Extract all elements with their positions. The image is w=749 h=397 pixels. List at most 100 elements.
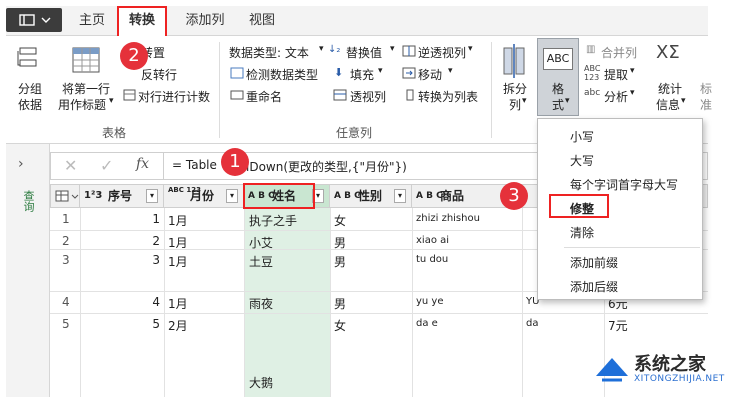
ribbon-tab-bar xyxy=(6,6,708,36)
watermark-logo-icon xyxy=(592,350,632,389)
column-header-month[interactable]: ABC 123 月份 ▾ xyxy=(164,184,244,208)
cell-gender[interactable]: 女 xyxy=(334,212,346,229)
cell-seq[interactable]: 2 xyxy=(84,234,160,248)
cell-col7[interactable]: 7元 xyxy=(608,317,628,334)
cell-month[interactable]: 1月 xyxy=(168,212,188,229)
file-menu-button[interactable] xyxy=(6,8,62,32)
pivot-column-button[interactable]: 透视列 xyxy=(350,88,386,105)
cancel-formula-icon[interactable]: ✕ xyxy=(64,156,77,175)
tab-view[interactable]: 视图 xyxy=(244,8,280,34)
cell-seq[interactable]: 1 xyxy=(84,212,160,226)
use-first-row-label-1[interactable]: 将第一行 xyxy=(62,80,110,97)
cell-name[interactable]: 小艾 xyxy=(249,234,273,251)
move-button[interactable]: 移动 xyxy=(418,66,442,83)
format-label-2[interactable]: 式 xyxy=(552,96,564,113)
formula-text-prefix[interactable]: = Table xyxy=(172,158,217,172)
column-filter-button[interactable]: ▾ xyxy=(226,189,238,203)
cell-gender[interactable]: 男 xyxy=(334,234,346,251)
move-chevron-icon[interactable]: ▾ xyxy=(448,66,453,76)
parse-chevron-icon[interactable]: ▾ xyxy=(630,88,635,98)
column-header-gender[interactable]: A B C 性别 ▾ xyxy=(330,184,412,208)
split-column-label-1[interactable]: 拆分 xyxy=(503,80,527,97)
statistics-label-2[interactable]: 信息 xyxy=(656,96,680,113)
fill-button[interactable]: 填充 xyxy=(350,66,374,83)
group-by-label-2[interactable]: 依据 xyxy=(18,96,42,113)
parse-button[interactable]: 分析 xyxy=(604,88,628,105)
unpivot-chevron-icon[interactable]: ▾ xyxy=(468,44,473,54)
row-number[interactable]: 4 xyxy=(62,295,70,309)
group-by-label-1[interactable]: 分组 xyxy=(18,80,42,97)
cell-gender[interactable]: 女 xyxy=(334,317,346,334)
menu-item-uppercase[interactable]: 大写 xyxy=(538,149,702,173)
merge-columns-button[interactable]: 合并列 xyxy=(601,44,637,61)
cell-name[interactable]: 大鹅 xyxy=(249,374,273,391)
cell-product[interactable]: tu dou xyxy=(416,254,448,265)
use-first-row-dropdown-icon[interactable]: ▾ xyxy=(109,96,114,106)
tab-home[interactable]: 主页 xyxy=(74,8,110,34)
fill-chevron-icon[interactable]: ▾ xyxy=(378,66,383,76)
cell-product[interactable]: xiao ai xyxy=(416,235,449,246)
row-number[interactable]: 5 xyxy=(62,317,70,331)
column-type-icon[interactable]: 1²3 xyxy=(84,185,102,207)
menu-item-clean[interactable]: 清除 xyxy=(538,221,702,245)
column-type-icon[interactable]: A B C xyxy=(416,185,443,207)
table-menu-button[interactable] xyxy=(50,184,80,208)
cell-month[interactable]: 1月 xyxy=(168,253,188,270)
cell-seq[interactable]: 4 xyxy=(84,295,160,309)
cell-seq[interactable]: 3 xyxy=(84,253,160,267)
count-rows-button[interactable]: 对行进行计数 xyxy=(138,88,210,105)
replace-values-chevron-icon[interactable]: ▾ xyxy=(390,44,395,54)
cell-seq[interactable]: 5 xyxy=(84,317,160,331)
cell-month[interactable]: 1月 xyxy=(168,295,188,312)
column-filter-button[interactable]: ▾ xyxy=(394,189,406,203)
statistics-label-1[interactable]: 统计 xyxy=(658,80,682,97)
watermark-url: XITONGZHIJIA.NET xyxy=(634,374,725,384)
row-number[interactable]: 3 xyxy=(62,253,70,267)
cell-col6[interactable]: da xyxy=(526,318,538,329)
cell-gender[interactable]: 男 xyxy=(334,295,346,312)
cell-name[interactable]: 土豆 xyxy=(249,253,273,270)
data-type-dropdown[interactable]: 数据类型: 文本 xyxy=(229,44,309,61)
cell-month[interactable]: 1月 xyxy=(168,234,188,251)
standard-label-1[interactable]: 标 xyxy=(700,80,712,97)
formula-text[interactable]: lDown(更改的类型,{"月份"}) xyxy=(246,158,407,175)
menu-item-add-suffix[interactable]: 添加后缀 xyxy=(538,275,702,299)
detect-type-button[interactable]: 检测数据类型 xyxy=(246,66,318,83)
queries-pane-label[interactable]: 查询 xyxy=(21,190,35,212)
cell-name[interactable]: 雨夜 xyxy=(249,295,273,312)
cell-product[interactable]: zhizi zhishou xyxy=(416,213,480,224)
extract-chevron-icon[interactable]: ▾ xyxy=(630,66,635,76)
unpivot-button[interactable]: 逆透视列 xyxy=(418,44,466,61)
detect-type-icon xyxy=(230,67,244,82)
menu-item-lowercase[interactable]: 小写 xyxy=(538,125,702,149)
insert-function-icon[interactable]: fx xyxy=(136,156,149,172)
cell-product[interactable]: yu ye xyxy=(416,296,444,307)
rename-button[interactable]: 重命名 xyxy=(246,88,282,105)
tab-transform[interactable]: 转换 xyxy=(120,8,164,34)
format-chevron-icon[interactable]: ▾ xyxy=(565,96,570,106)
cell-month[interactable]: 2月 xyxy=(168,317,188,334)
use-first-row-label-2[interactable]: 用作标题 xyxy=(58,96,106,113)
commit-formula-icon[interactable]: ✓ xyxy=(100,156,113,175)
row-number[interactable]: 2 xyxy=(62,234,70,248)
statistics-chevron-icon[interactable]: ▾ xyxy=(681,96,686,106)
cell-gender[interactable]: 男 xyxy=(334,253,346,270)
tab-add-column[interactable]: 添加列 xyxy=(180,8,230,34)
menu-item-add-prefix[interactable]: 添加前缀 xyxy=(538,251,702,275)
reverse-rows-button[interactable]: 反转行 xyxy=(141,66,177,83)
split-column-label-2[interactable]: 列 xyxy=(509,96,521,113)
split-column-chevron-icon[interactable]: ▾ xyxy=(522,96,527,106)
standard-label-2[interactable]: 准 xyxy=(700,96,712,113)
row-number[interactable]: 1 xyxy=(62,212,70,226)
to-list-button[interactable]: 转换为列表 xyxy=(418,88,478,105)
cell-name[interactable]: 执子之手 xyxy=(249,212,297,229)
column-filter-button[interactable]: ▾ xyxy=(146,189,158,203)
cell-product[interactable]: da e xyxy=(416,318,438,329)
extract-button[interactable]: 提取 xyxy=(604,66,628,83)
column-type-icon[interactable]: A B C xyxy=(334,185,361,207)
format-label-1[interactable]: 格 xyxy=(552,80,564,97)
data-type-chevron-icon[interactable]: ▾ xyxy=(319,44,324,54)
expand-pane-icon[interactable]: › xyxy=(18,156,24,172)
replace-values-button[interactable]: 替换值 xyxy=(346,44,382,61)
column-header-seq[interactable]: 1²3 序号 ▾ xyxy=(80,184,164,208)
